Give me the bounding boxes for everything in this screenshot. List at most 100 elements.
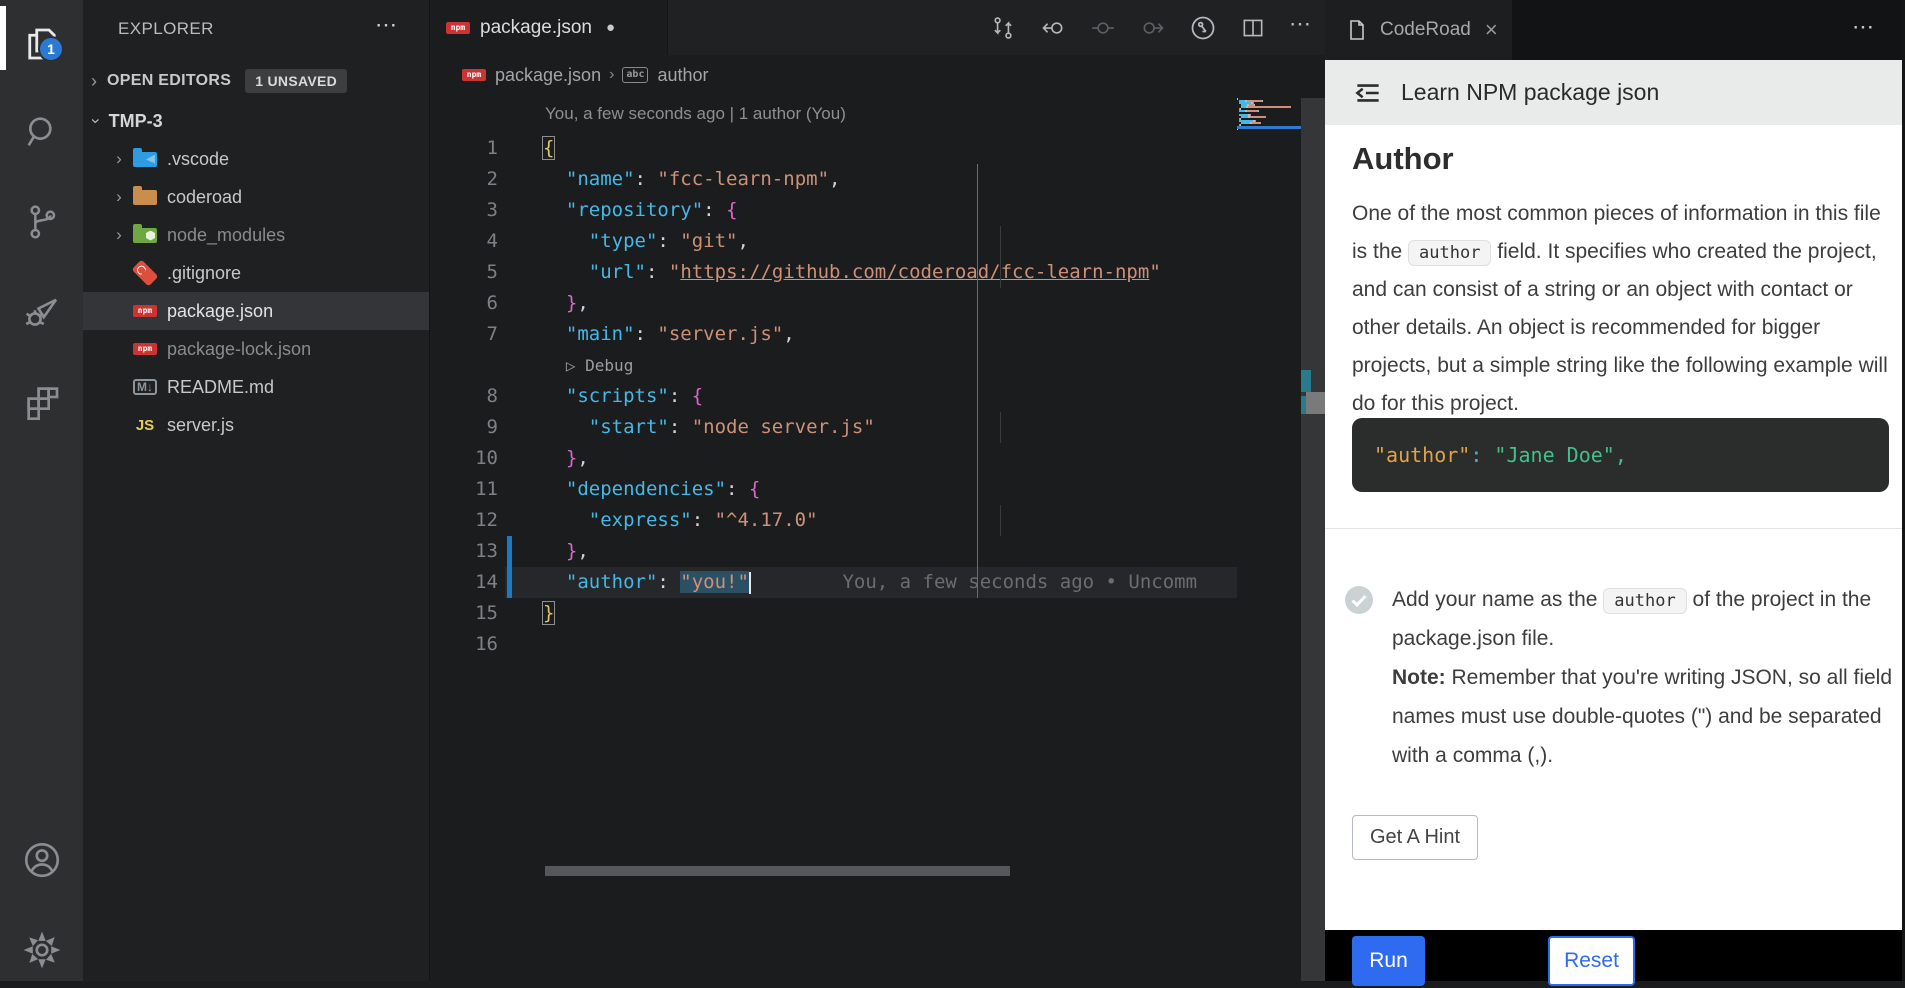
compare-changes-icon[interactable] xyxy=(989,14,1017,42)
code-line-14[interactable]: 14 "author": "you!" You, a few seconds a… xyxy=(430,567,1237,598)
panel-footer: Run Reset xyxy=(1325,930,1905,981)
extensions-icon[interactable] xyxy=(0,364,83,440)
run-tutorial-icon[interactable] xyxy=(1189,14,1217,42)
reset-button[interactable]: Reset xyxy=(1548,936,1635,986)
code-line-12[interactable]: 12 "express": "^4.17.0" xyxy=(430,505,1237,536)
scrollbar-thumb[interactable] xyxy=(1306,392,1325,414)
file-label: package-lock.json xyxy=(167,339,311,360)
tab-label: package.json xyxy=(480,17,592,39)
file-tree: ›.vscode › coderoad › node_modules ›.gitignor… xyxy=(83,140,429,444)
file-label: coderoad xyxy=(167,187,242,208)
line-number: 3 xyxy=(430,195,505,226)
folder-icon xyxy=(133,190,157,205)
code-line-13[interactable]: 13 }, xyxy=(430,536,1237,567)
settings-gear-icon[interactable] xyxy=(0,912,83,988)
md-icon: M↓ xyxy=(133,379,157,395)
open-editors-section[interactable]: › OPEN EDITORS 1 UNSAVED xyxy=(83,62,429,100)
file-label: package.json xyxy=(167,301,273,322)
editor-more-icon[interactable]: ⋯ xyxy=(1289,11,1313,45)
code-line-6[interactable]: 6 }, xyxy=(430,288,1237,319)
source-control-icon[interactable] xyxy=(0,184,83,260)
file-row-server.js[interactable]: ›JSserver.js xyxy=(83,406,429,444)
line-number: 6 xyxy=(430,288,505,319)
example-code-block: "author": "Jane Doe", xyxy=(1352,418,1889,492)
breadcrumb-file[interactable]: package.json xyxy=(495,65,601,86)
code-line-9[interactable]: 9 "start": "node server.js" xyxy=(430,412,1237,443)
tab-package-json[interactable]: npm package.json ● xyxy=(430,0,668,55)
task-check-icon[interactable] xyxy=(1343,584,1375,616)
file-label: server.js xyxy=(167,415,234,436)
lesson-content: Author One of the most common pieces of … xyxy=(1325,125,1905,930)
code-line-15[interactable]: 15} xyxy=(430,598,1237,629)
line-number: 14 xyxy=(430,567,505,598)
file-label: README.md xyxy=(167,377,274,398)
file-label: .gitignore xyxy=(167,263,241,284)
code-line-4[interactable]: 4 "type": "git", xyxy=(430,226,1237,257)
tab-coderoad[interactable]: CodeRoad × xyxy=(1325,0,1512,60)
run-button[interactable]: Run xyxy=(1352,936,1425,986)
example-code: "author": "Jane Doe", xyxy=(1374,443,1627,467)
npm-file-icon: npm xyxy=(446,22,470,34)
code-line-8[interactable]: 8 "scripts": { xyxy=(430,381,1237,412)
close-icon[interactable]: × xyxy=(1485,17,1498,43)
chevron-down-icon: › xyxy=(86,118,106,124)
line-number: 7 xyxy=(430,319,505,350)
split-editor-icon[interactable] xyxy=(1239,14,1267,42)
step-forward-icon[interactable] xyxy=(1139,14,1167,42)
file-row-.gitignore[interactable]: ›.gitignore xyxy=(83,254,429,292)
npm-icon: npm xyxy=(133,343,157,355)
chevron-right-icon: › xyxy=(91,71,97,92)
npm-file-icon: npm xyxy=(462,69,486,81)
search-icon[interactable] xyxy=(0,94,83,170)
indent-guide xyxy=(1000,505,1001,536)
get-hint-button[interactable]: Get A Hint xyxy=(1352,815,1478,860)
minimap[interactable] xyxy=(1237,98,1301,132)
code-area[interactable]: 1{2 "name": "fcc-learn-npm",3 "repositor… xyxy=(430,133,1237,660)
step-back-icon[interactable] xyxy=(1039,14,1067,42)
chevron-right-icon: › xyxy=(109,187,129,207)
code-line-11[interactable]: 11 "dependencies": { xyxy=(430,474,1237,505)
workspace-root-folder[interactable]: › TMP-3 xyxy=(83,103,429,139)
file-row-node_modules[interactable]: › node_modules xyxy=(83,216,429,254)
code-line-1[interactable]: 1{ xyxy=(430,133,1237,164)
explorer-more-icon[interactable]: ⋯ xyxy=(375,12,399,38)
line-number: 10 xyxy=(430,443,505,474)
unsaved-badge: 1 UNSAVED xyxy=(245,69,347,93)
editor-group: npm package.json ● xyxy=(430,0,1325,981)
lesson-title: Learn NPM package json xyxy=(1401,79,1659,106)
code-line-7[interactable]: 7 "main": "server.js", xyxy=(430,319,1237,350)
code-line-2[interactable]: 2 "name": "fcc-learn-npm", xyxy=(430,164,1237,195)
file-row-coderoad[interactable]: › coderoad xyxy=(83,178,429,216)
file-label: node_modules xyxy=(167,225,285,246)
panel-more-icon[interactable]: ⋯ xyxy=(1852,14,1877,40)
folder-vscode-icon xyxy=(133,152,157,167)
vertical-scrollbar[interactable] xyxy=(1301,98,1325,981)
codelens-row[interactable]: ▷ Debug xyxy=(430,350,1237,381)
git-blame-header: You, a few seconds ago | 1 author (You) xyxy=(545,104,846,124)
section-heading: Author xyxy=(1352,141,1454,177)
code-line-10[interactable]: 10 }, xyxy=(430,443,1237,474)
file-row-.vscode[interactable]: ›.vscode xyxy=(83,140,429,178)
line-number: 1 xyxy=(430,133,505,164)
menu-back-icon[interactable] xyxy=(1351,76,1385,110)
account-icon[interactable] xyxy=(0,822,83,898)
minimap-current-line xyxy=(1237,126,1301,129)
code-line-3[interactable]: 3 "repository": { xyxy=(430,195,1237,226)
file-row-README.md[interactable]: ›M↓README.md xyxy=(83,368,429,406)
run-debug-icon[interactable] xyxy=(0,274,83,350)
file-row-package.json[interactable]: ›npmpackage.json xyxy=(83,292,429,330)
chevron-right-icon: › xyxy=(109,225,129,245)
folder-node-icon xyxy=(133,228,157,243)
breadcrumb-symbol[interactable]: author xyxy=(657,65,708,86)
line-number: 8 xyxy=(430,381,505,412)
lesson-paragraph: One of the most common pieces of informa… xyxy=(1352,195,1897,423)
file-row-package-lock.json[interactable]: ›npmpackage-lock.json xyxy=(83,330,429,368)
step-current-icon[interactable] xyxy=(1089,14,1117,42)
explorer-title: EXPLORER xyxy=(118,19,214,39)
horizontal-scrollbar-thumb[interactable] xyxy=(545,866,1010,876)
code-line-5[interactable]: 5 "url": "https://github.com/coderoad/fc… xyxy=(430,257,1237,288)
line-number: 12 xyxy=(430,505,505,536)
line-number: 5 xyxy=(430,257,505,288)
code-line-16[interactable]: 16 xyxy=(430,629,1237,660)
symbol-abc-icon: abc xyxy=(622,67,648,83)
